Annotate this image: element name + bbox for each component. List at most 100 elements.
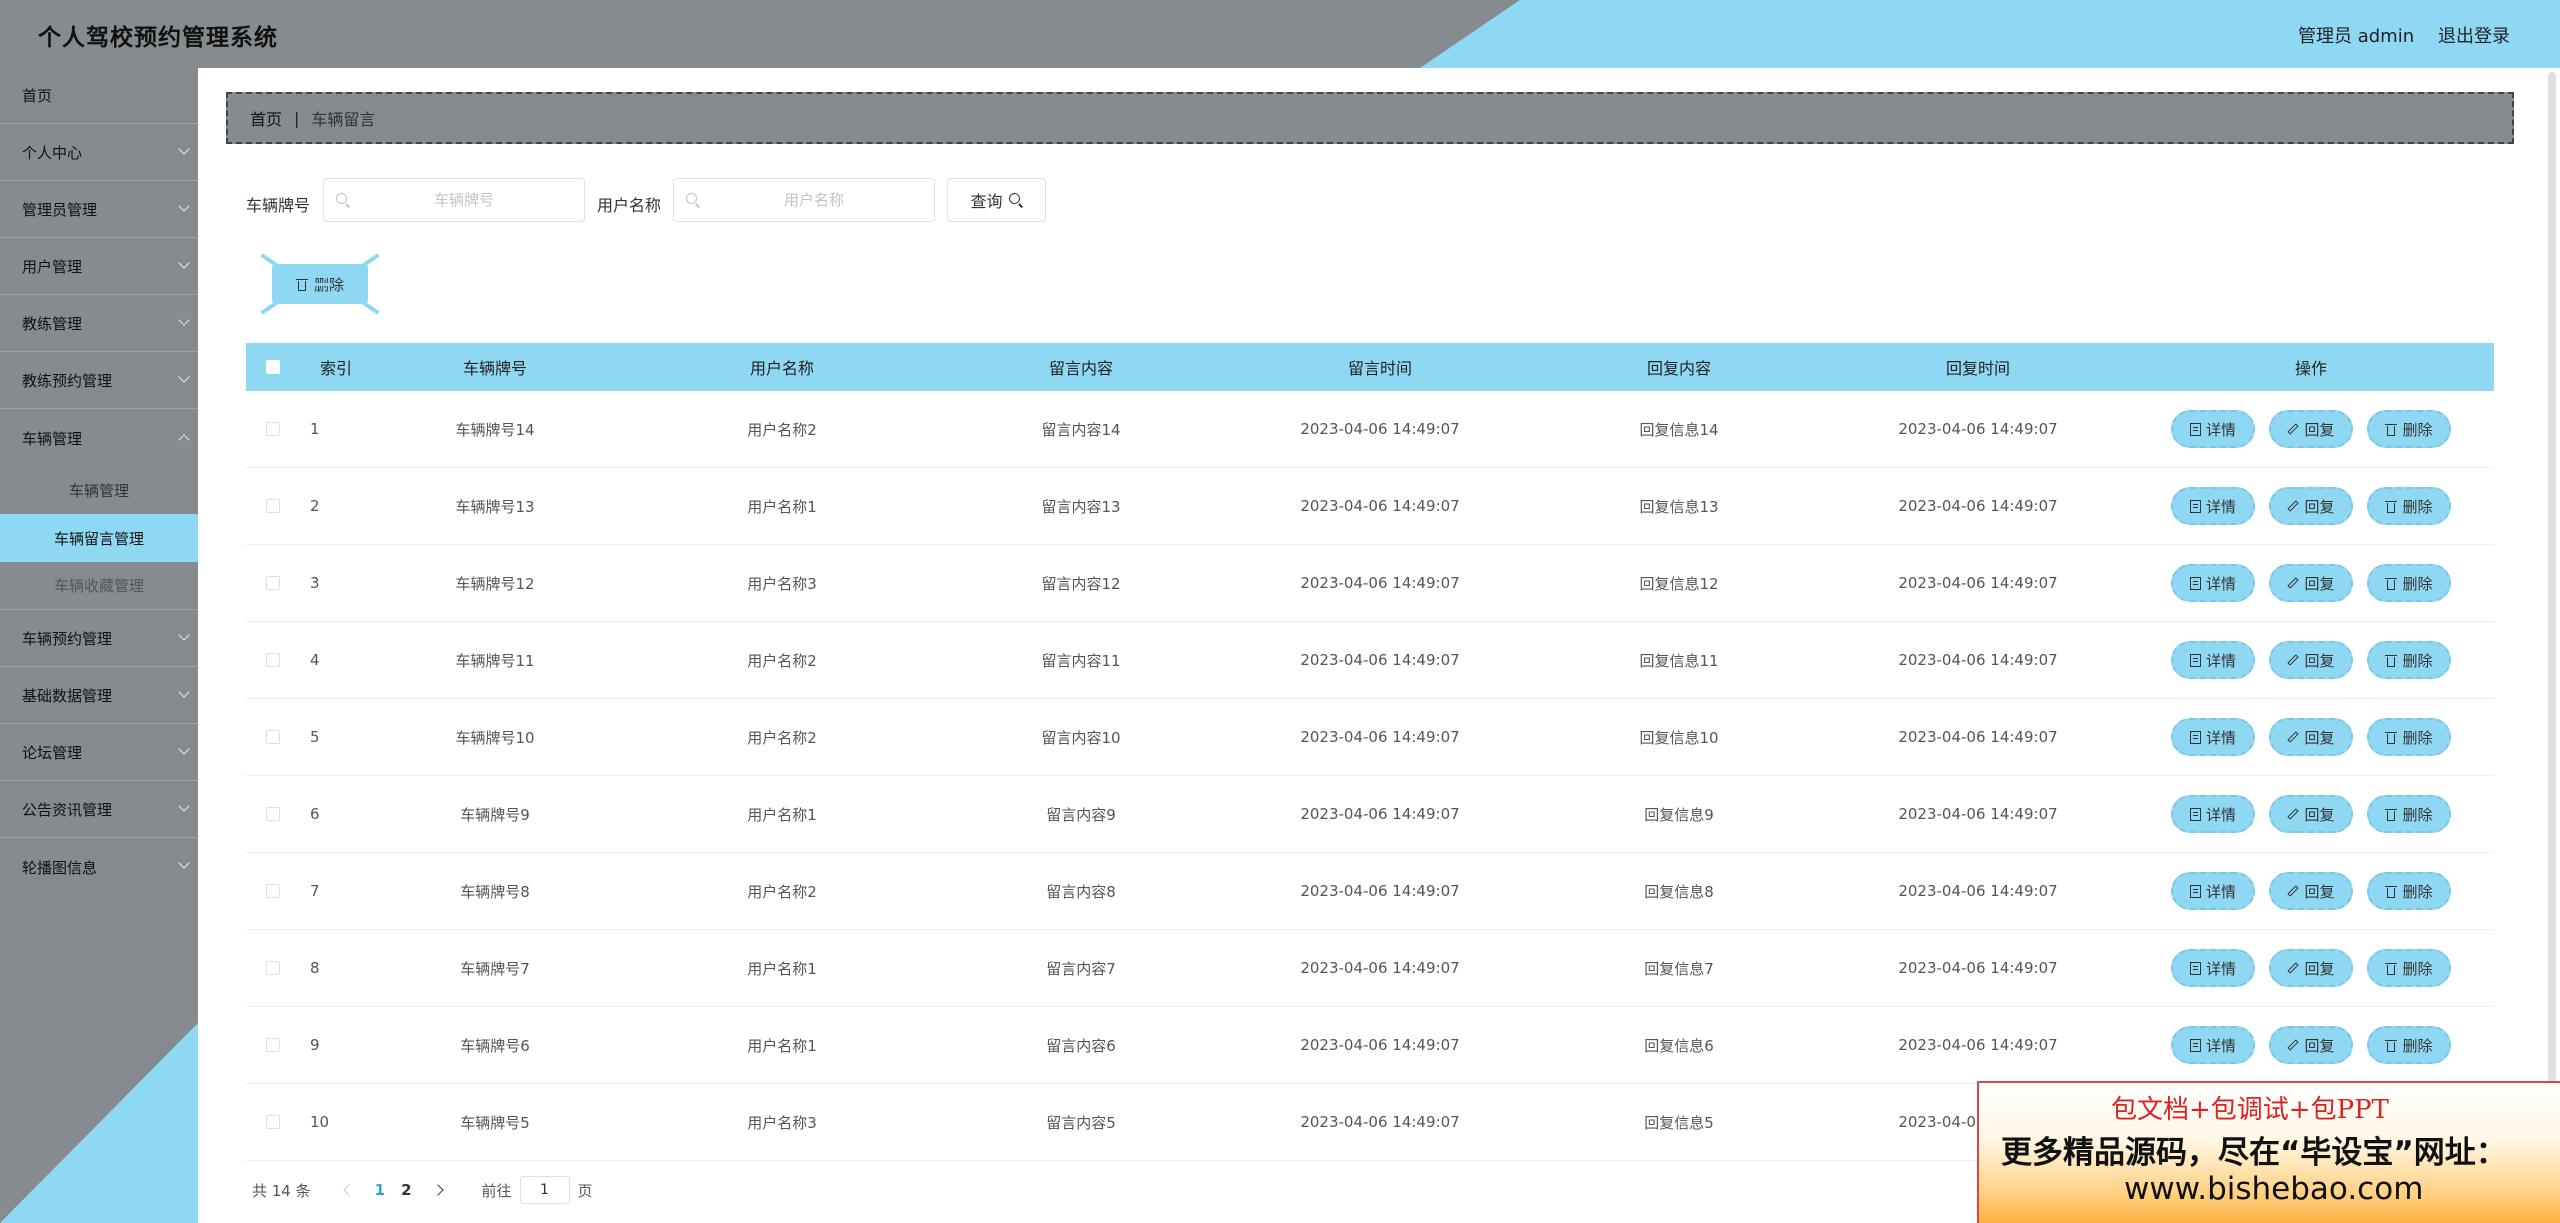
sidebar-item-admin-management[interactable]: 管理员管理 [0, 182, 198, 238]
delete-button[interactable]: 删除 [2367, 949, 2451, 987]
detail-button[interactable]: 详情 [2171, 718, 2255, 756]
detail-button[interactable]: 详情 [2171, 949, 2255, 987]
delete-button[interactable]: 删除 [2367, 795, 2451, 833]
delete-button-label: 删除 [2402, 882, 2433, 901]
detail-button[interactable]: 详情 [2171, 564, 2255, 602]
row-checkbox[interactable] [266, 807, 280, 821]
sidebar-item-vehicle-booking[interactable]: 车辆预约管理 [0, 611, 198, 667]
sidebar-item-coach-management[interactable]: 教练管理 [0, 296, 198, 352]
sidebar-item-forum[interactable]: 论坛管理 [0, 725, 198, 781]
chevron-down-icon [178, 800, 190, 812]
goto-page-input[interactable] [519, 1176, 570, 1204]
sidebar-item-label: 车辆管理 [22, 429, 83, 448]
row-plate: 车辆牌号8 [460, 882, 530, 901]
logout-link[interactable]: 退出登录 [2438, 22, 2510, 48]
header-user: 用户名称 [749, 359, 814, 378]
detail-button-label: 详情 [2205, 882, 2236, 901]
row-checkbox[interactable] [266, 1038, 280, 1052]
table-row: 8 车辆牌号7 用户名称1 留言内容7 2023-04-06 14:49:07 回复信息7… [246, 930, 2494, 1007]
reply-button[interactable]: 回复 [2269, 872, 2353, 910]
reply-button[interactable]: 回复 [2269, 949, 2353, 987]
row-message: 留言内容8 [1046, 882, 1116, 901]
sidebar-item-coach-booking[interactable]: 教练预约管理 [0, 353, 198, 409]
reply-button[interactable]: 回复 [2269, 1026, 2353, 1064]
row-checkbox[interactable] [266, 1115, 280, 1129]
delete-button[interactable]: 删除 [2367, 872, 2451, 910]
row-select-cell [246, 653, 300, 667]
select-all-checkbox[interactable] [266, 360, 280, 374]
row-user: 用户名称1 [747, 959, 817, 978]
page-2[interactable]: 2 [401, 1181, 411, 1199]
sidebar-subitem-vehicle-messages[interactable]: 车辆留言管理 [0, 514, 198, 562]
detail-button[interactable]: 详情 [2171, 641, 2255, 679]
delete-button[interactable]: 删除 [2367, 410, 2451, 448]
sidebar-item-home[interactable]: 首页 [0, 68, 198, 124]
header-actions: 操作 [2294, 359, 2327, 378]
sidebar-subitem-vehicle-favorites[interactable]: 车辆收藏管理 [0, 562, 198, 610]
user-search-input[interactable] [673, 178, 935, 222]
delete-button[interactable]: 删除 [2367, 718, 2451, 756]
row-user: 用户名称2 [747, 651, 817, 670]
sidebar-item-vehicle-management[interactable]: 车辆管理 [0, 410, 198, 466]
detail-button-label: 详情 [2205, 420, 2236, 439]
query-button[interactable]: 查询 [947, 178, 1046, 222]
sidebar-item-personal-center[interactable]: 个人中心 [0, 125, 198, 181]
row-reply: 回复信息13 [1639, 497, 1719, 516]
row-message: 留言内容14 [1041, 420, 1121, 439]
sidebar-item-carousel[interactable]: 轮播图信息 [0, 839, 198, 895]
row-plate: 车辆牌号9 [460, 805, 530, 824]
plate-search-input[interactable] [323, 178, 585, 222]
row-checkbox[interactable] [266, 884, 280, 898]
chevron-down-icon [178, 743, 190, 755]
row-plate: 车辆牌号14 [455, 420, 535, 439]
reply-button[interactable]: 回复 [2269, 564, 2353, 602]
row-message-time: 2023-04-06 14:49:07 [1300, 574, 1460, 592]
row-checkbox[interactable] [266, 653, 280, 667]
detail-button[interactable]: 详情 [2171, 795, 2255, 833]
sidebar-item-announcements[interactable]: 公告资讯管理 [0, 782, 198, 838]
reply-button[interactable]: 回复 [2269, 718, 2353, 756]
row-checkbox[interactable] [266, 961, 280, 975]
search-icon [686, 193, 701, 208]
prev-page-icon[interactable] [342, 1184, 355, 1196]
trash-icon [295, 278, 308, 291]
next-page-icon[interactable] [431, 1184, 444, 1196]
row-checkbox[interactable] [266, 730, 280, 744]
row-checkbox[interactable] [266, 499, 280, 513]
detail-button[interactable]: 详情 [2171, 410, 2255, 448]
row-reply-time: 2023-04-06 14:49:07 [1898, 497, 2058, 515]
reply-button[interactable]: 回复 [2269, 795, 2353, 833]
sidebar-subitem-vehicle[interactable]: 车辆管理 [0, 466, 198, 514]
bulk-delete-button[interactable]: 删除 [260, 253, 380, 315]
reply-button[interactable]: 回复 [2269, 641, 2353, 679]
sidebar-subitem-label: 车辆留言管理 [53, 529, 144, 548]
trash-icon [2385, 1039, 2398, 1052]
detail-button[interactable]: 详情 [2171, 872, 2255, 910]
page-1[interactable]: 1 [375, 1181, 385, 1199]
plate-search-label: 车辆牌号 [246, 196, 311, 215]
sidebar-item-base-data[interactable]: 基础数据管理 [0, 668, 198, 724]
trash-icon [2385, 500, 2398, 513]
sidebar-item-label: 轮播图信息 [22, 858, 98, 877]
row-reply-time: 2023-04-06 14:49:07 [1898, 1036, 2058, 1054]
page-scrollbar[interactable] [2548, 72, 2556, 1082]
delete-button[interactable]: 删除 [2367, 564, 2451, 602]
detail-button[interactable]: 详情 [2171, 1026, 2255, 1064]
delete-button[interactable]: 删除 [2367, 641, 2451, 679]
breadcrumb-home[interactable]: 首页 [250, 106, 282, 130]
row-checkbox[interactable] [266, 576, 280, 590]
row-reply-time: 2023-04-06 14:49:07 [1898, 882, 2058, 900]
reply-button-label: 回复 [2304, 959, 2335, 978]
row-actions: 详情 回复 删除 [2128, 872, 2494, 910]
delete-button[interactable]: 删除 [2367, 487, 2451, 525]
detail-button[interactable]: 详情 [2171, 487, 2255, 525]
sidebar-item-user-management[interactable]: 用户管理 [0, 239, 198, 295]
row-checkbox[interactable] [266, 422, 280, 436]
reply-button[interactable]: 回复 [2269, 487, 2353, 525]
reply-button[interactable]: 回复 [2269, 410, 2353, 448]
chevron-up-icon [178, 434, 190, 446]
row-index: 5 [310, 728, 320, 746]
delete-button[interactable]: 删除 [2367, 1026, 2451, 1064]
row-reply-time: 2023-04-06 14:49:07 [1898, 574, 2058, 592]
document-icon [2189, 1038, 2201, 1052]
